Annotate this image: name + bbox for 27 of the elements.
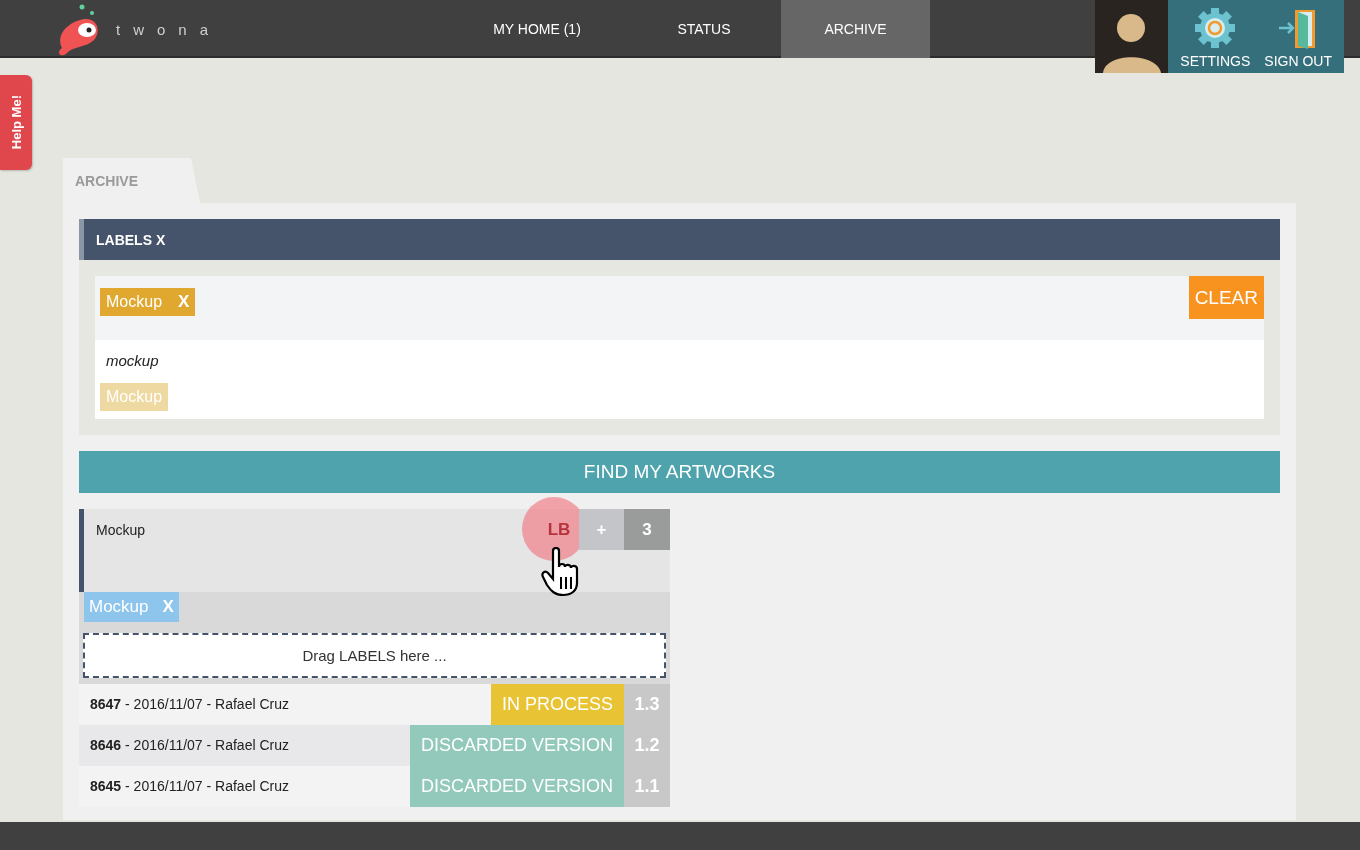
labels-button[interactable]: LB <box>539 509 579 550</box>
version-count: 3 <box>624 509 670 550</box>
section-header: LABELS X <box>79 219 1280 260</box>
nav-tab[interactable]: MY HOME (1) <box>447 0 627 58</box>
sign-out-button[interactable]: SIGN OUT <box>1260 0 1336 73</box>
help-tab[interactable]: Help Me! <box>0 75 32 170</box>
nav-tab[interactable]: ARCHIVE <box>781 0 930 58</box>
label-tag[interactable]: Mockup X <box>84 592 179 622</box>
clear-button[interactable]: CLEAR <box>1188 276 1264 319</box>
artwork-title: Mockup <box>96 522 146 538</box>
find-artworks-button[interactable]: FIND MY ARTWORKS <box>79 451 1280 493</box>
status-tag: DISCARDED VERSION <box>409 725 624 766</box>
remove-label-button[interactable]: X <box>178 292 190 312</box>
settings-icon <box>1194 7 1237 49</box>
status-tag: DISCARDED VERSION <box>409 766 624 807</box>
label-tag[interactable]: Mockup X <box>100 288 196 316</box>
version-info: 8646 - 2016/11/07 - Rafael Cruz <box>89 736 290 755</box>
version-info: 8647 - 2016/11/07 - Rafael Cruz <box>89 695 290 714</box>
version-info: 8645 - 2016/11/07 - Rafael Cruz <box>89 777 290 796</box>
nav-tab[interactable]: STATUS <box>627 0 781 58</box>
logo-text: twona <box>116 20 222 38</box>
add-button[interactable]: + <box>579 509 624 550</box>
status-tag: IN PROCESS <box>490 684 624 725</box>
remove-label-button[interactable]: X <box>162 597 174 617</box>
search-query[interactable]: mockup <box>106 352 1259 369</box>
drop-zone[interactable]: Drag LABELS here ... <box>83 633 666 678</box>
settings-button[interactable]: SETTINGS <box>1176 0 1255 73</box>
